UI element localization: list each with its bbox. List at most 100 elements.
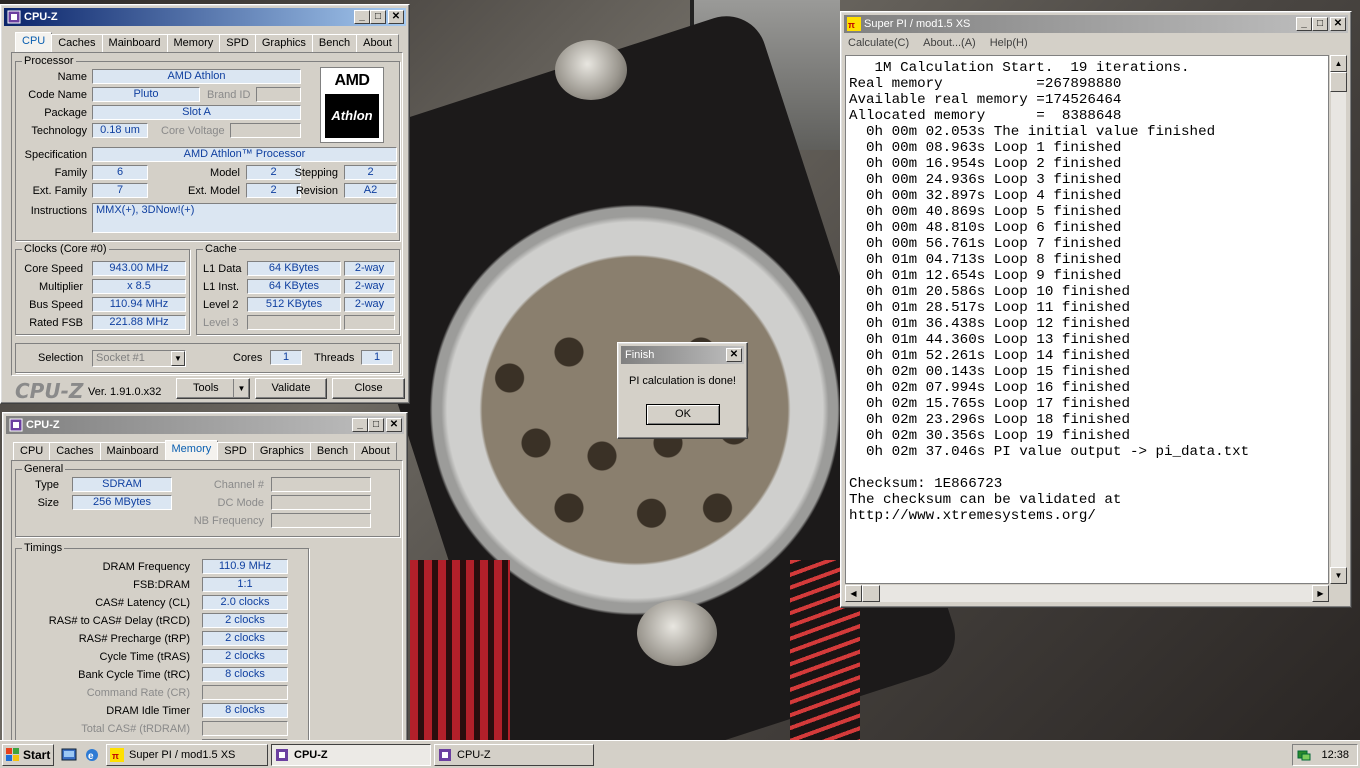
tab-cpu[interactable]: CPU (13, 442, 51, 460)
multiplier-label: Multiplier (38, 281, 83, 293)
console-line: 0h 00m 24.936s Loop 3 finished (849, 172, 1122, 188)
tab-spd[interactable]: SPD (219, 34, 256, 52)
show-desktop-icon[interactable] (61, 747, 77, 763)
superpi-window[interactable]: π Super PI / mod1.5 XS _ □ ✕ Calculate(C… (840, 11, 1352, 608)
console-line: 0h 00m 02.053s The initial value finishe… (849, 124, 1216, 140)
codename-label: Code Name (28, 89, 87, 101)
package-field: Slot A (92, 105, 301, 120)
level3-field (247, 315, 341, 330)
vertical-scrollbar[interactable]: ▲ ▼ (1330, 55, 1347, 584)
horizontal-scrollbar[interactable]: ◀ ▶ (845, 585, 1329, 602)
scroll-down-icon[interactable]: ▼ (1330, 567, 1347, 584)
superpi-output[interactable]: 1M Calculation Start. 19 iterations. Real… (845, 55, 1329, 584)
timing-field: 2 clocks (202, 649, 288, 664)
console-line: 0h 00m 56.761s Loop 7 finished (849, 236, 1122, 252)
console-line: 0h 02m 07.994s Loop 16 finished (849, 380, 1130, 396)
tab-spd[interactable]: SPD (217, 442, 254, 460)
menu-help[interactable]: Help(H) (990, 34, 1028, 52)
stepping-label: Stepping (294, 167, 338, 179)
close-button[interactable]: Close (332, 378, 405, 399)
ok-button[interactable]: OK (646, 404, 720, 425)
superpi-menubar: Calculate(C) About...(A) Help(H) (844, 34, 1348, 52)
browser-icon[interactable]: e (84, 747, 100, 763)
cpuz-app-icon (7, 10, 21, 24)
tab-caches[interactable]: Caches (51, 34, 103, 52)
menu-about[interactable]: About...(A) (923, 34, 976, 52)
l1inst-field: 64 KBytes (247, 279, 341, 294)
task-cpuz-active[interactable]: CPU-Z (271, 744, 431, 766)
close-window-button[interactable]: ✕ (386, 418, 402, 432)
start-button[interactable]: Start (2, 744, 54, 766)
finish-dialog-titlebar[interactable]: Finish ✕ (621, 346, 744, 364)
task-cpuz[interactable]: CPU-Z (434, 744, 594, 766)
corespeed-field: 943.00 MHz (92, 261, 186, 276)
cpuz-app-icon (9, 418, 23, 432)
extmodel-field: 2 (246, 183, 301, 198)
maximize-button[interactable]: □ (370, 10, 386, 24)
minimize-button[interactable]: _ (352, 418, 368, 432)
cpuz-cpu-window[interactable]: CPU-Z _ □ ✕ CPU Caches Mainboard Memory … (0, 4, 410, 404)
tab-bench[interactable]: Bench (311, 34, 358, 52)
system-tray: 12:38 (1292, 744, 1358, 766)
threads-field: 1 (361, 350, 393, 365)
timing-label: CAS# Latency (CL) (95, 597, 190, 609)
spec-label: Specification (24, 149, 87, 161)
hscroll-thumb[interactable] (862, 585, 880, 602)
tools-button[interactable]: Tools ▼ (176, 378, 250, 399)
clock[interactable]: 12:38 (1321, 749, 1349, 761)
network-icon[interactable] (1297, 748, 1311, 762)
windows-logo-icon (6, 748, 19, 761)
tab-memory[interactable]: Memory (164, 440, 219, 460)
minimize-button[interactable]: _ (1296, 17, 1312, 31)
cpuz-app-icon (276, 749, 288, 761)
close-window-button[interactable]: ✕ (388, 10, 404, 24)
finish-dialog[interactable]: Finish ✕ PI calculation is done! OK (617, 342, 748, 439)
tab-mainboard[interactable]: Mainboard (101, 34, 168, 52)
nbfreq-label: NB Frequency (193, 515, 264, 527)
scroll-right-icon[interactable]: ▶ (1312, 585, 1329, 602)
close-window-button[interactable]: ✕ (726, 348, 742, 362)
maximize-button[interactable]: □ (1312, 17, 1328, 31)
tab-about[interactable]: About (356, 34, 399, 52)
validate-button[interactable]: Validate (255, 378, 327, 399)
brandid-label: Brand ID (207, 89, 251, 101)
socket-select[interactable]: Socket #1 ▼ (92, 350, 186, 367)
tab-caches[interactable]: Caches (49, 442, 101, 460)
scroll-thumb[interactable] (1330, 72, 1347, 92)
maximize-button[interactable]: □ (368, 418, 384, 432)
cpuz-cpu-titlebar[interactable]: CPU-Z _ □ ✕ (4, 8, 406, 26)
console-line: 0h 01m 20.586s Loop 10 finished (849, 284, 1130, 300)
task-superpi[interactable]: π Super PI / mod1.5 XS (106, 744, 268, 766)
scroll-left-icon[interactable]: ◀ (845, 585, 862, 602)
console-line: 0h 01m 28.517s Loop 11 finished (849, 300, 1130, 316)
scroll-up-icon[interactable]: ▲ (1330, 55, 1347, 72)
cpuz-memory-window[interactable]: CPU-Z _ □ ✕ CPU Caches Mainboard Memory … (2, 412, 408, 744)
chevron-down-icon: ▼ (233, 379, 249, 398)
chevron-down-icon: ▼ (171, 351, 185, 366)
tab-about[interactable]: About (354, 442, 397, 460)
cpuz-memory-titlebar[interactable]: CPU-Z _ □ ✕ (6, 416, 404, 434)
timings-group-label: Timings (22, 542, 65, 554)
brandid-field (256, 87, 301, 102)
tab-cpu[interactable]: CPU (15, 32, 53, 52)
tab-mainboard[interactable]: Mainboard (99, 442, 166, 460)
close-window-button[interactable]: ✕ (1330, 17, 1346, 31)
tab-memory[interactable]: Memory (166, 34, 221, 52)
tab-graphics[interactable]: Graphics (252, 442, 311, 460)
tab-graphics[interactable]: Graphics (254, 34, 313, 52)
level2-field: 512 KBytes (247, 297, 341, 312)
menu-calculate[interactable]: Calculate(C) (848, 34, 909, 52)
dcmode-label: DC Mode (217, 497, 264, 509)
size-field: 256 MBytes (72, 495, 172, 510)
timing-label: Cycle Time (tRAS) (99, 651, 190, 663)
timing-field (202, 685, 288, 700)
name-label: Name (57, 71, 87, 83)
ratedfsb-field: 221.88 MHz (92, 315, 186, 330)
minimize-button[interactable]: _ (354, 10, 370, 24)
clocks-group-label: Clocks (Core #0) (22, 243, 109, 255)
technology-label: Technology (31, 125, 87, 137)
superpi-titlebar[interactable]: π Super PI / mod1.5 XS _ □ ✕ (844, 15, 1348, 33)
multiplier-field: x 8.5 (92, 279, 186, 294)
tab-bench[interactable]: Bench (309, 442, 356, 460)
ratedfsb-label: Rated FSB (29, 317, 83, 329)
